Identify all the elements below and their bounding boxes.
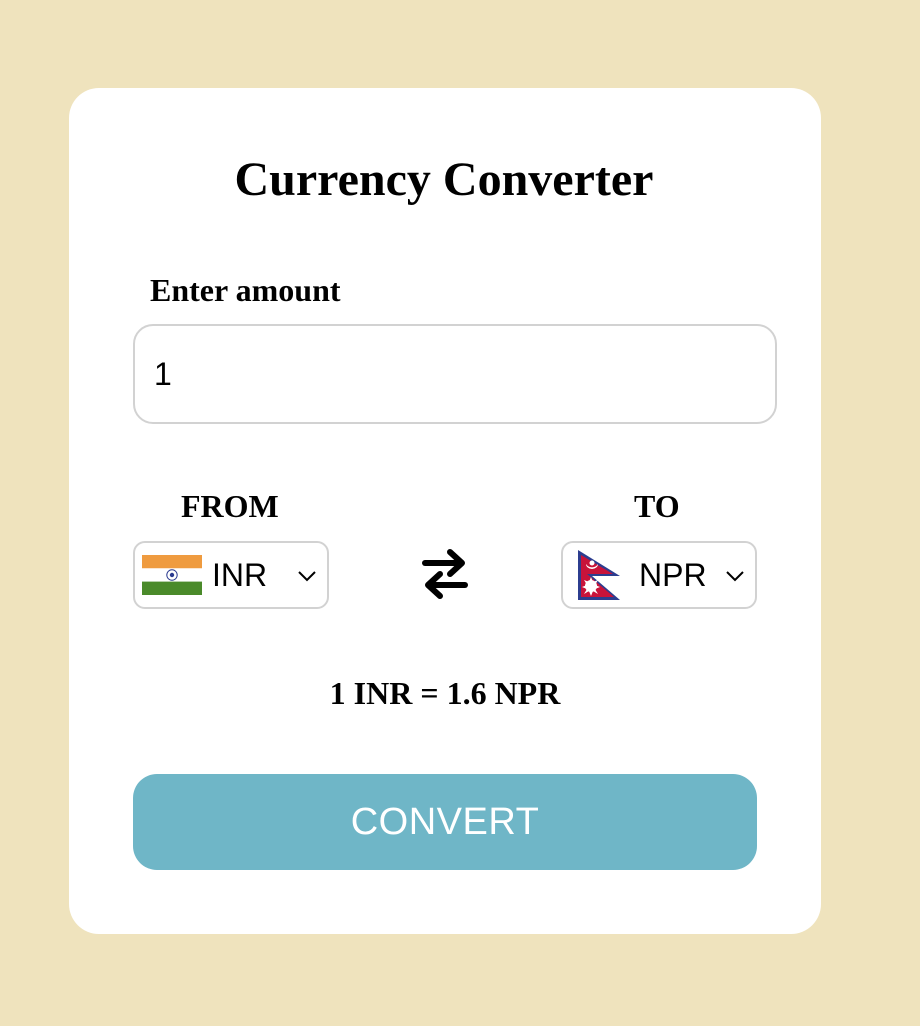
to-currency-code: NPR <box>639 557 707 593</box>
chevron-down-icon <box>726 571 744 582</box>
to-label: TO <box>634 488 680 524</box>
chevron-down-icon <box>298 571 316 582</box>
india-flag-icon <box>142 555 202 595</box>
from-currency-code: INR <box>212 557 268 593</box>
convert-button[interactable]: CONVERT <box>133 774 757 870</box>
exchange-rate-text: 1 INR = 1.6 NPR <box>329 675 561 711</box>
from-label: FROM <box>181 488 279 524</box>
swap-arrows-icon[interactable] <box>421 548 469 600</box>
amount-label: Enter amount <box>150 272 341 308</box>
amount-input[interactable] <box>133 324 777 424</box>
page-title: Currency Converter <box>234 153 654 206</box>
to-currency-select[interactable]: NPR <box>561 541 757 609</box>
nepal-flag-icon <box>578 550 620 600</box>
from-currency-select[interactable]: INR <box>133 541 329 609</box>
